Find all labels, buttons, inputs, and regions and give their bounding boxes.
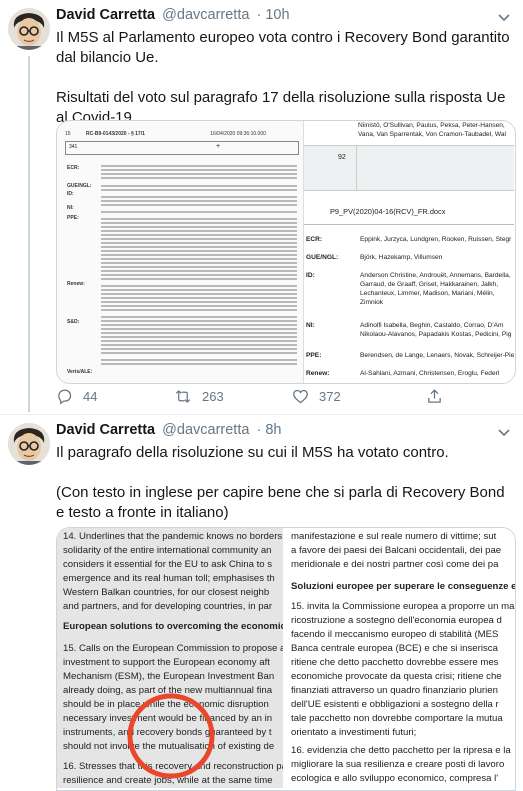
doc-ref: RC-B9-0143/2020 - § 17/1: [85, 131, 145, 137]
doc-right-top-names: Niinistö, O'Sullivan, Paulus, Peksa, Pet…: [358, 122, 505, 129]
doc-line: ecologica e allo sviluppo economico, com…: [291, 773, 499, 784]
doc-right-group: ID:: [306, 272, 315, 279]
tweet-1[interactable]: David Carretta @davcarretta · 10h Il M5S…: [0, 0, 523, 412]
doc-line: orientato a investimenti futuri;: [291, 727, 417, 738]
chevron-down-icon[interactable]: [497, 10, 511, 24]
doc-heading: European solutions to overcoming the eco…: [63, 621, 283, 632]
doc-line: considers it essential for the EU to ask…: [63, 559, 273, 570]
doc-right-file: P9_PV(2020)04-16(RCV)_FR.docx: [330, 207, 446, 216]
doc-right-group: Renew:: [306, 370, 330, 377]
tweet-time[interactable]: 10h: [265, 7, 289, 23]
doc-group-label: NI:: [67, 205, 74, 211]
heart-icon: [293, 389, 308, 403]
doc-right-names: Al-Sahlani, Azmani, Christensen, Eroglu,…: [360, 370, 500, 377]
tweet-text-line-1: Il paragrafo della risoluzione su cui il…: [56, 444, 449, 461]
doc-right-names: Björk, Hazekamp, Villumsen: [360, 254, 443, 261]
doc-header-sign: +: [216, 143, 221, 150]
doc-right-names: Eppink, Jurzyca, Lundgren, Rooken, Ruiss…: [360, 236, 512, 243]
doc-line: and partners, and for developing countri…: [63, 601, 273, 612]
doc-line: 15. Calls on the European Commission to …: [63, 643, 283, 654]
thread-line: [28, 56, 30, 412]
author-handle[interactable]: @davcarretta: [162, 7, 249, 23]
doc-right-names: Adinolfi Isabella, Beghin, Castaldo, Cor…: [360, 322, 512, 338]
doc-group-label: Verts/ALE:: [67, 369, 93, 375]
reply-button[interactable]: 44: [56, 386, 97, 406]
attached-document-image[interactable]: 14. Underlines that the pandemic knows n…: [56, 527, 516, 791]
author-handle[interactable]: @davcarretta: [162, 422, 249, 438]
doc-heading: Soluzioni europee per superare le conseg…: [291, 581, 515, 592]
doc-group-label: GUE/NGL:: [67, 183, 92, 189]
like-count: 372: [319, 388, 341, 404]
separator-dot: ·: [256, 7, 262, 23]
doc-line: tale pacchetto non dovrebbe comportare l…: [291, 713, 503, 724]
doc-line: finanziati attraverso un quadro finanzia…: [291, 685, 498, 696]
doc-right-top-names: Vana, Van Sparrentak, Von Cramon-Taubade…: [358, 131, 506, 138]
doc-line: migliorare la sua resilienza e creare po…: [291, 759, 505, 770]
avatar-image: [8, 8, 50, 50]
doc-group-label: ID:: [67, 191, 74, 197]
doc-line: facendo il meccanismo europeo di stabili…: [291, 629, 499, 640]
tweet-2[interactable]: David Carretta @davcarretta · 8h Il para…: [0, 415, 523, 791]
doc-right-group: PPE:: [306, 352, 322, 359]
author-name[interactable]: David Carretta: [56, 422, 155, 438]
retweet-count: 263: [202, 388, 224, 404]
doc-right-names: Berendsen, de Lange, Lenaers, Novak, Sch…: [360, 352, 515, 359]
tweet-time[interactable]: 8h: [265, 422, 281, 438]
author-name[interactable]: David Carretta: [56, 7, 155, 23]
doc-line: 15. invita la Commissione europea a prop…: [291, 601, 515, 612]
doc-page-number: 15: [65, 131, 71, 137]
doc-line: manifestazione e sul reale numero di vit…: [291, 531, 497, 542]
avatar-image: [8, 423, 50, 465]
doc-group-label: ECR:: [67, 165, 80, 171]
doc-header-table: 341 +: [65, 141, 299, 155]
doc-line: Mechanism (ESM), the European Investment…: [63, 671, 275, 682]
reply-count: 44: [83, 388, 98, 404]
share-icon: [428, 388, 441, 403]
doc-right-group: GUE/NGL:: [306, 254, 339, 261]
tweet-text-line-1: Il M5S al Parlamento europeo vota contro…: [56, 29, 510, 66]
retweet-icon: [175, 389, 191, 403]
doc-line: Banca centrale europea (BCE) e che si in…: [291, 643, 498, 654]
document-italian-column: manifestazione e sul reale numero di vit…: [285, 528, 515, 788]
doc-line: a favore dei paesi dei Balcani occidenta…: [291, 545, 502, 556]
avatar[interactable]: [8, 423, 50, 465]
reply-icon: [58, 388, 72, 404]
tweet-text: Il paragrafo della risoluzione su cui il…: [56, 443, 511, 523]
doc-line: meridionale e dei nostri partner così co…: [291, 559, 499, 570]
doc-name-list: [101, 163, 297, 367]
annotation-circle: [127, 693, 215, 779]
tweet-actions: 44 263 372: [56, 386, 516, 406]
retweet-button[interactable]: 263: [174, 386, 224, 406]
doc-group-label: Renew:: [67, 281, 85, 287]
like-button[interactable]: 372: [292, 386, 341, 406]
attached-document-image[interactable]: 15 RC-B9-0143/2020 - § 17/1 16/04/2020 0…: [56, 120, 516, 384]
doc-group-label: PPE:: [67, 215, 79, 221]
doc-line: solidarity of the entire international c…: [63, 545, 272, 556]
doc-right-names: Anderson Christine, Androuët, Annemans, …: [360, 272, 511, 306]
doc-header-num: 341: [69, 144, 78, 150]
doc-line: ricostruzione a sostegno dell'economia e…: [291, 615, 502, 626]
doc-line: ritiene che detto pacchetto dovrebbe ess…: [291, 657, 499, 668]
doc-right-group: NI:: [306, 322, 315, 329]
separator-dot: ·: [256, 422, 262, 438]
share-button[interactable]: [426, 386, 453, 406]
document-right-page: Niinistö, O'Sullivan, Paulus, Peksa, Pet…: [304, 121, 515, 383]
tweet-text-line-2: (Con testo in inglese per capire bene ch…: [56, 484, 505, 521]
doc-line: economiche provocate da questa crisi; ri…: [291, 671, 502, 682]
doc-line: 14. Underlines that the pandemic knows n…: [63, 531, 283, 542]
doc-line: emergence and its real human toll; empha…: [63, 573, 275, 584]
doc-right-box: 92: [338, 154, 346, 161]
doc-date: 16/04/2020 09:36:10.000: [210, 131, 266, 137]
document-left-page: 15 RC-B9-0143/2020 - § 17/1 16/04/2020 0…: [57, 121, 304, 383]
doc-line: Western Balkan countries, for our closes…: [63, 587, 270, 598]
tweet-text: Il M5S al Parlamento europeo vota contro…: [56, 28, 511, 128]
doc-line: 16. evidenzia che detto pacchetto per la…: [291, 745, 511, 756]
doc-right-group: ECR:: [306, 236, 323, 243]
avatar[interactable]: [8, 8, 50, 50]
doc-line: dell'UE esistenti e obbligazioni a soste…: [291, 699, 499, 710]
chevron-down-icon[interactable]: [497, 425, 511, 439]
doc-line: investment to support the European econo…: [63, 657, 270, 668]
doc-group-label: S&D:: [67, 319, 80, 325]
